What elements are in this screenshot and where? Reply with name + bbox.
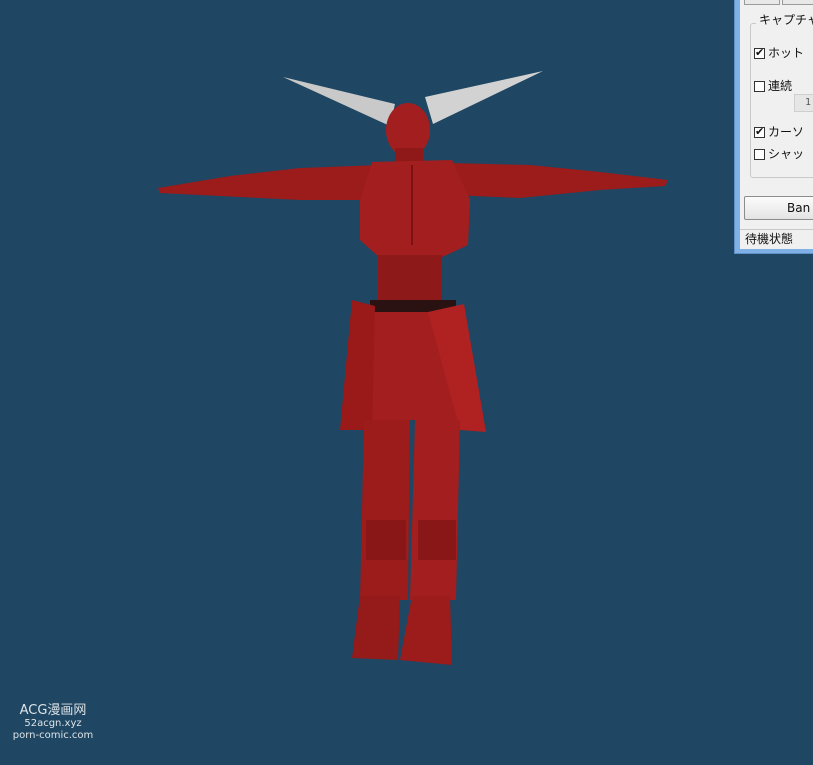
right-leg <box>410 420 460 600</box>
continuous-label: 連続 <box>768 79 793 93</box>
watermark: ACG漫画网 52acgn.xyz porn-comic.com <box>3 704 103 742</box>
t-pose-red-armor-model <box>158 71 668 665</box>
tab-2[interactable] <box>782 0 813 5</box>
continuous-checkbox[interactable] <box>754 80 765 92</box>
left-hip-plate <box>340 300 375 430</box>
left-horn <box>283 77 395 126</box>
watermark-line-2: porn-comic.com <box>12 730 94 741</box>
capture-button[interactable]: Ban <box>744 196 813 220</box>
shutter-label: シャッ <box>768 147 805 161</box>
status-bar: 待機状態 <box>740 229 813 249</box>
left-arm <box>158 165 380 200</box>
cursor-label: カーソ <box>768 125 805 139</box>
capture-group-title: キャプチャ <box>756 13 813 27</box>
left-leg <box>360 420 410 600</box>
watermark-line-1: 52acgn.xyz <box>24 718 82 729</box>
shutter-checkbox[interactable] <box>754 148 765 160</box>
hotkey-checkbox[interactable]: ✔ <box>754 45 765 59</box>
hotkey-option[interactable]: ✔ ホット <box>754 45 804 61</box>
watermark-title: ACG漫画网 <box>19 703 87 718</box>
continuous-option[interactable]: 連続 <box>754 78 792 94</box>
right-horn <box>425 71 543 124</box>
hotkey-label: ホット <box>768 46 805 60</box>
right-arm <box>450 163 668 198</box>
tab-strip <box>740 0 813 6</box>
cursor-checkbox[interactable]: ✔ <box>754 124 765 138</box>
chest <box>360 160 470 258</box>
checkmark-icon: ✔ <box>755 45 765 59</box>
interval-input[interactable]: 1. <box>794 94 813 112</box>
cursor-option[interactable]: ✔ カーソ <box>754 124 804 140</box>
capture-tool-window: キャプチャ ✔ ホット 連続 1. ✔ カーソ シャッ Ban 待機状態 <box>734 0 813 254</box>
tab-1[interactable] <box>744 0 780 5</box>
capture-tool-panel: キャプチャ ✔ ホット 連続 1. ✔ カーソ シャッ <box>740 0 813 229</box>
checkmark-icon: ✔ <box>755 124 765 138</box>
left-boot <box>352 596 400 660</box>
3d-viewport[interactable] <box>0 0 813 765</box>
shutter-option[interactable]: シャッ <box>754 146 804 162</box>
right-boot <box>400 596 452 665</box>
